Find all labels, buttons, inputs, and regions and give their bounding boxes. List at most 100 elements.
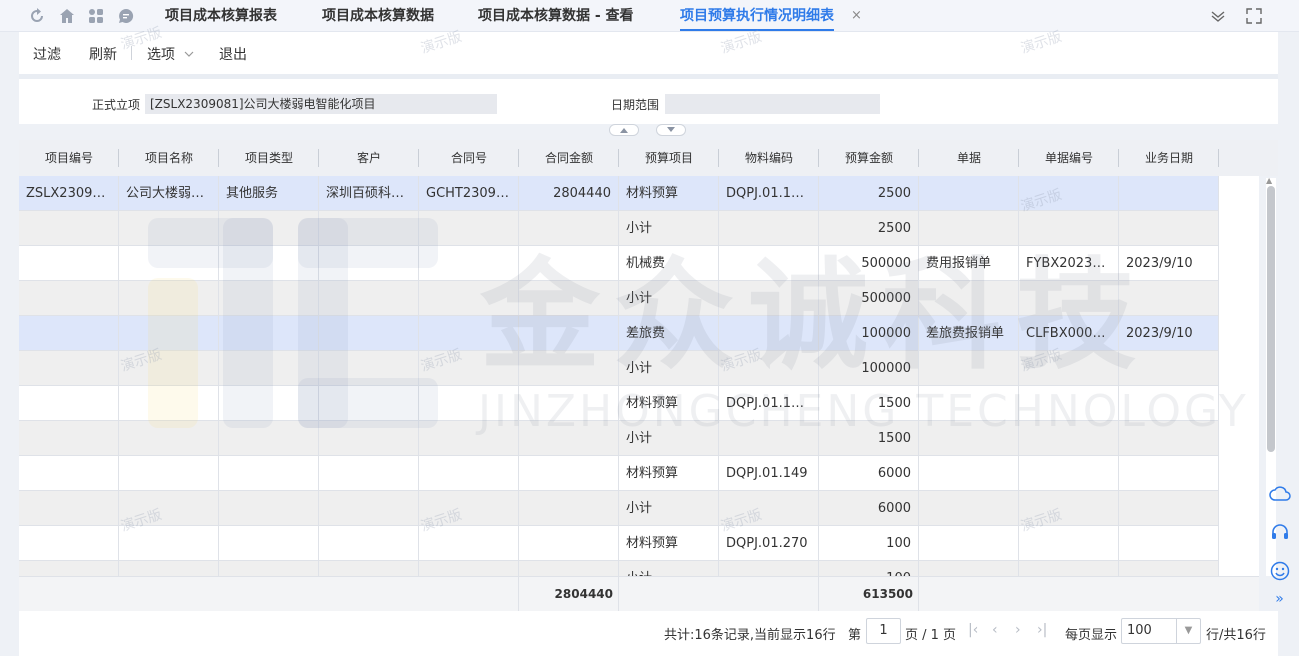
table-cell: 机械费 [619, 246, 719, 281]
table-row[interactable]: 差旅费 100000 差旅费报销单 CLFBX000001 2023/9/10 [19, 316, 1219, 351]
table-cell [719, 421, 819, 456]
prev-page-icon[interactable]: ‹ [992, 622, 998, 638]
table-row[interactable]: 小计 2500 [19, 211, 1219, 246]
table-cell [319, 281, 419, 316]
column-header[interactable]: 预算金额 [819, 140, 919, 176]
column-header[interactable]: 项目类型 [219, 140, 319, 176]
table-cell: 小计 [619, 421, 719, 456]
project-field[interactable]: [ZSLX2309081]公司大楼弱电智能化项目 [145, 94, 497, 114]
message-icon[interactable] [117, 7, 135, 25]
column-header[interactable]: 项目名称 [119, 140, 219, 176]
table-cell: 小计 [619, 211, 719, 246]
exit-button[interactable]: 退出 [219, 44, 247, 64]
table-row[interactable]: 材料预算 DQPJ.01.149 6000 [19, 456, 1219, 491]
tab-budget-execution-detail[interactable]: 项目预算执行情况明细表 [680, 0, 834, 32]
fullscreen-icon[interactable] [1245, 7, 1263, 25]
table-cell: 材料预算 [619, 456, 719, 491]
table-cell [219, 386, 319, 421]
table-cell [1019, 456, 1119, 491]
column-header[interactable]: 项目编号 [19, 140, 119, 176]
table-cell [519, 421, 619, 456]
tab-project-cost-data-view[interactable]: 项目成本核算数据 - 查看 [478, 0, 634, 32]
table-cell: 小计 [619, 561, 719, 576]
table-cell [319, 316, 419, 351]
table-cell: CLFBX000001 [1019, 316, 1119, 351]
table-cell [419, 246, 519, 281]
options-button[interactable]: 选项 [147, 44, 194, 64]
table-cell: 500000 [819, 246, 919, 281]
scroll-up-icon[interactable]: ▲ [1266, 176, 1272, 185]
per-page-select[interactable]: 100 ▼ [1121, 618, 1201, 644]
table-row[interactable]: 材料预算 DQPJ.01.1137 1500 [19, 386, 1219, 421]
scrollbar-thumb[interactable] [1267, 186, 1275, 452]
chevron-down-icon[interactable]: ▼ [1176, 619, 1200, 643]
table-cell [119, 351, 219, 386]
table-row[interactable]: 机械费 500000费用报销单FYBX20230900012023/9/10 [19, 246, 1219, 281]
table-row[interactable]: 材料预算 DQPJ.01.270 100 [19, 526, 1219, 561]
table-cell [919, 351, 1019, 386]
table-row[interactable]: 小计 500000 [19, 281, 1219, 316]
table-cell: 材料预算 [619, 526, 719, 561]
table-cell [919, 421, 1019, 456]
table-cell: 100 [819, 561, 919, 576]
table-cell: 2023/9/10 [1119, 316, 1219, 351]
page-number-input[interactable]: 1 [866, 618, 901, 644]
table-cell [19, 421, 119, 456]
table-cell [319, 491, 419, 526]
table-cell [419, 526, 519, 561]
table-cell [519, 246, 619, 281]
table-cell [919, 491, 1019, 526]
column-header[interactable]: 业务日期 [1119, 140, 1219, 176]
totals-row: 2804440 613500 [19, 576, 1259, 612]
collapse-up-button[interactable] [609, 124, 639, 136]
table-row[interactable]: ZSLX2309081公司大楼弱电智能化项目其他服务深圳百硕科技有限公司GCHT… [19, 176, 1219, 211]
cloud-icon[interactable] [1260, 478, 1299, 508]
table-cell [1019, 281, 1119, 316]
table-cell [519, 281, 619, 316]
first-page-icon[interactable]: |‹ [968, 622, 978, 638]
column-header[interactable]: 单据编号 [1019, 140, 1119, 176]
table-cell: 小计 [619, 491, 719, 526]
date-range-field[interactable] [665, 94, 880, 114]
filter-button[interactable]: 过滤 [33, 44, 61, 64]
table-cell [419, 491, 519, 526]
close-icon[interactable]: × [851, 0, 862, 32]
tab-project-cost-data[interactable]: 项目成本核算数据 [322, 0, 434, 32]
home-icon[interactable] [58, 7, 76, 25]
table-cell [219, 561, 319, 576]
refresh-button[interactable]: 刷新 [89, 44, 117, 64]
headset-icon[interactable] [1260, 517, 1299, 547]
table-cell: 100000 [819, 351, 919, 386]
table-cell [219, 316, 319, 351]
column-header[interactable]: 合同号 [419, 140, 519, 176]
chevron-down-icon[interactable] [1209, 7, 1227, 25]
apps-icon[interactable] [87, 7, 105, 25]
column-header[interactable]: 单据 [919, 140, 1019, 176]
table-cell [219, 281, 319, 316]
smiley-icon[interactable] [1260, 556, 1299, 586]
column-divider[interactable] [1218, 149, 1219, 167]
column-header[interactable]: 预算项目 [619, 140, 719, 176]
per-page-label: 每页显示 [1065, 628, 1118, 643]
table-row[interactable]: 小计 100 [19, 561, 1219, 576]
column-header[interactable]: 合同金额 [519, 140, 619, 176]
table-row[interactable]: 小计 1500 [19, 421, 1219, 456]
refresh-logo-icon[interactable] [28, 7, 46, 25]
table-cell [1019, 491, 1119, 526]
table-cell: 2023/9/10 [1119, 246, 1219, 281]
table-cell: 深圳百硕科技有限公司 [319, 176, 419, 211]
column-header[interactable]: 物料编码 [719, 140, 819, 176]
table-cell [1119, 456, 1219, 491]
expand-rail-icon[interactable]: » [1260, 584, 1299, 614]
page-prefix: 第 [848, 628, 862, 643]
expand-down-button[interactable] [656, 124, 686, 136]
column-header[interactable]: 客户 [319, 140, 419, 176]
tab-project-cost-report[interactable]: 项目成本核算报表 [165, 0, 277, 32]
next-page-icon[interactable]: › [1015, 622, 1021, 638]
table-row[interactable]: 小计 6000 [19, 491, 1219, 526]
rows-total: 行/共16行 [1206, 628, 1266, 643]
table-cell: 其他服务 [219, 176, 319, 211]
table-row[interactable]: 小计 100000 [19, 351, 1219, 386]
table-cell: 小计 [619, 281, 719, 316]
last-page-icon[interactable]: ›| [1037, 622, 1047, 638]
